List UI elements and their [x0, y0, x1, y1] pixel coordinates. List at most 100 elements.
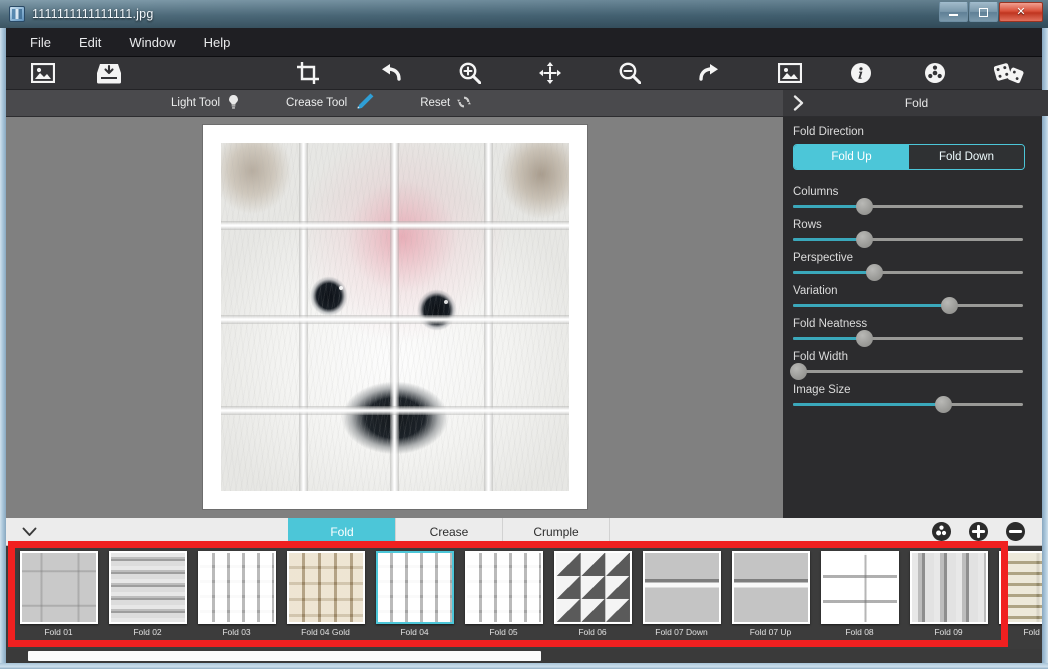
settings-icon[interactable]	[914, 58, 956, 88]
list-item[interactable]: Fold 05	[463, 551, 544, 638]
thumbnail-label: Fold 09	[907, 628, 991, 638]
thumbnail-label: Fold 07 Up	[729, 628, 813, 638]
tab-crease[interactable]: Crease	[395, 518, 502, 545]
thumbnail-label: Fold 06	[551, 628, 635, 638]
main-toolbar	[6, 57, 1042, 90]
slider-image-size[interactable]	[793, 403, 1023, 406]
tab-crumple[interactable]: Crumple	[502, 518, 609, 545]
slider-fold-neatness-handle[interactable]	[856, 330, 873, 347]
fold-direction-label: Fold Direction	[793, 126, 1028, 138]
dice-icon[interactable]	[988, 58, 1030, 88]
crease-horizontal-2	[221, 315, 569, 324]
save-image-icon[interactable]	[88, 58, 130, 88]
title-bar: 1111111111111111.jpg ✕	[0, 0, 1048, 28]
thumb-preview	[289, 553, 363, 622]
thumb-preview	[22, 553, 96, 622]
slider-variation-handle[interactable]	[941, 297, 958, 314]
thumb-preview	[1001, 553, 1043, 622]
scrollbar-thumb[interactable]	[28, 651, 541, 661]
minimize-button[interactable]	[939, 2, 968, 22]
slider-variation[interactable]	[793, 304, 1023, 307]
list-item[interactable]: Fold 04 Gold	[285, 551, 366, 638]
sub-toolbar: Light Tool Crease Tool Reset Fold	[6, 90, 1042, 117]
reset-label: Reset	[420, 97, 450, 109]
thumb-preview	[200, 553, 274, 622]
maximize-button[interactable]	[969, 2, 998, 22]
fold-down-option[interactable]: Fold Down	[909, 145, 1024, 169]
crop-icon[interactable]	[287, 58, 329, 88]
slider-perspective-fill	[793, 271, 874, 274]
slider-columns-handle[interactable]	[856, 198, 873, 215]
zoom-in-icon[interactable]	[449, 58, 491, 88]
menu-help[interactable]: Help	[190, 32, 245, 53]
list-item[interactable]: Fold 09	[908, 551, 989, 638]
menu-edit[interactable]: Edit	[65, 32, 115, 53]
slider-fold-width-handle[interactable]	[790, 363, 807, 380]
menu-window[interactable]: Window	[115, 32, 189, 53]
chevron-down-icon[interactable]	[6, 518, 52, 545]
list-item[interactable]: Fold 03	[196, 551, 277, 638]
fit-image-icon[interactable]	[769, 58, 811, 88]
thumb-preview	[111, 553, 185, 622]
list-item[interactable]: Fold 08	[819, 551, 900, 638]
fold-direction-toggle[interactable]: Fold Up Fold Down	[793, 144, 1025, 170]
slider-image-size-handle[interactable]	[935, 396, 952, 413]
remove-icon[interactable]	[1005, 521, 1026, 542]
chevron-right-icon[interactable]	[783, 95, 813, 111]
thumbnail-label: Fold 02	[106, 628, 190, 638]
slider-variation-label: Variation	[793, 285, 1028, 297]
pencil-icon	[354, 93, 374, 113]
crease-tool-button[interactable]: Crease Tool	[276, 90, 384, 116]
zoom-out-icon[interactable]	[609, 58, 651, 88]
preset-actions	[921, 518, 1042, 545]
thumbnail-strip[interactable]: Fold 01 Fold 02 Fold 03 Fold 04 Gold Fol…	[6, 546, 1042, 649]
slider-variation-group: Variation	[793, 285, 1028, 307]
slider-rows[interactable]	[793, 238, 1023, 241]
tab-fold[interactable]: Fold	[288, 518, 395, 545]
presets-icon[interactable]	[931, 521, 952, 542]
close-button[interactable]: ✕	[999, 2, 1043, 22]
undo-icon[interactable]	[369, 58, 411, 88]
slider-rows-handle[interactable]	[856, 231, 873, 248]
horizontal-scrollbar[interactable]	[6, 649, 1042, 663]
list-item[interactable]: Fold 07 Down	[641, 551, 722, 638]
refresh-icon	[457, 95, 471, 112]
slider-rows-label: Rows	[793, 219, 1028, 231]
slider-fold-neatness-label: Fold Neatness	[793, 318, 1028, 330]
light-tool-label: Light Tool	[171, 97, 220, 109]
folded-photo[interactable]	[221, 143, 569, 491]
reset-button[interactable]: Reset	[410, 90, 481, 116]
tab-bar-flex-spacer	[609, 518, 921, 545]
list-item[interactable]: Fold 10	[997, 551, 1042, 638]
list-item[interactable]: Fold 02	[107, 551, 188, 638]
fold-up-option[interactable]: Fold Up	[794, 145, 909, 169]
window-border-right	[1042, 28, 1048, 669]
slider-columns[interactable]	[793, 205, 1023, 208]
list-item[interactable]: Fold 07 Up	[730, 551, 811, 638]
menu-file[interactable]: File	[16, 32, 65, 53]
thumb-preview	[556, 553, 630, 622]
thumbnail-label: Fold 08	[818, 628, 902, 638]
list-item[interactable]: Fold 01	[18, 551, 99, 638]
slider-fold-neatness[interactable]	[793, 337, 1023, 340]
info-icon[interactable]	[840, 58, 882, 88]
slider-fold-neatness-group: Fold Neatness	[793, 318, 1028, 340]
window-controls: ✕	[938, 2, 1043, 22]
list-item[interactable]: Fold 06	[552, 551, 633, 638]
slider-perspective-handle[interactable]	[866, 264, 883, 281]
slider-perspective[interactable]	[793, 271, 1023, 274]
redo-icon[interactable]	[689, 58, 731, 88]
list-item-selected[interactable]: Fold 04	[374, 551, 455, 638]
image-canvas[interactable]	[6, 117, 783, 518]
open-image-icon[interactable]	[22, 58, 64, 88]
thumb-preview	[378, 553, 452, 622]
crease-horizontal-1	[221, 221, 569, 230]
slider-fold-neatness-fill	[793, 337, 864, 340]
thumb-preview	[467, 553, 541, 622]
add-icon[interactable]	[968, 521, 989, 542]
slider-fold-width[interactable]	[793, 370, 1023, 373]
light-tool-button[interactable]: Light Tool	[161, 90, 250, 116]
crease-overlay	[221, 143, 569, 491]
move-icon[interactable]	[529, 58, 571, 88]
slider-fold-width-label: Fold Width	[793, 351, 1028, 363]
